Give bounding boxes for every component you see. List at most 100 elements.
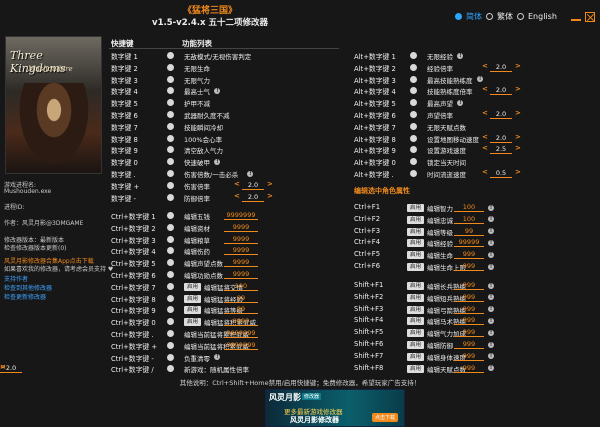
lang-radio-traditional[interactable] <box>486 13 493 20</box>
value-input[interactable]: 999 <box>454 352 484 361</box>
apply-button[interactable]: 启用 <box>407 317 424 326</box>
step-right-icon[interactable]: > <box>515 168 521 176</box>
apply-button[interactable]: 启用 <box>407 227 424 236</box>
value-input[interactable]: 999 <box>454 305 484 314</box>
value-input[interactable]: 9999 <box>224 270 258 279</box>
check-update-text[interactable]: 检查修改器版本更新(0) <box>4 243 67 252</box>
toggle-radio[interactable] <box>167 365 174 373</box>
value-input[interactable]: 9999 <box>224 235 258 244</box>
toggle-radio[interactable] <box>410 87 417 95</box>
value-input[interactable]: 9999999 <box>224 329 258 338</box>
toggle-radio[interactable] <box>167 318 174 326</box>
toggle-radio[interactable] <box>167 99 174 107</box>
value-input[interactable]: 100 <box>224 282 258 291</box>
info-icon[interactable]: ! <box>488 294 494 301</box>
toggle-radio[interactable] <box>410 99 417 107</box>
apply-button[interactable]: 启用 <box>407 293 424 302</box>
lang-radio-english[interactable] <box>517 13 524 20</box>
update-trainer-link[interactable]: 检查更新修改器 <box>4 292 46 301</box>
toggle-radio[interactable] <box>410 134 417 142</box>
info-icon[interactable]: ! <box>488 239 494 246</box>
step-right-icon[interactable]: > <box>0 363 6 371</box>
step-left-icon[interactable]: < <box>234 192 240 200</box>
toggle-radio[interactable] <box>167 282 174 290</box>
value-input[interactable]: 999 <box>454 250 484 260</box>
info-icon[interactable]: ! <box>457 52 464 59</box>
toggle-radio[interactable] <box>410 146 417 154</box>
info-icon[interactable]: ! <box>488 228 494 235</box>
info-icon[interactable]: ! <box>214 354 221 361</box>
apply-button[interactable]: 启用 <box>407 352 424 361</box>
value-input[interactable]: 999 <box>454 340 484 349</box>
info-icon[interactable]: ! <box>488 365 494 372</box>
apply-button[interactable]: 启用 <box>407 204 424 212</box>
apply-button[interactable]: 启用 <box>184 294 201 303</box>
step-left-icon[interactable]: < <box>482 109 488 117</box>
minimize-icon[interactable] <box>570 13 581 21</box>
info-icon[interactable]: ! <box>488 251 494 258</box>
value-input[interactable]: 9999999 <box>224 211 258 220</box>
value-input[interactable]: 9999 <box>224 223 258 232</box>
lang-traditional[interactable]: 繁体 <box>497 11 513 22</box>
other-trainers-link[interactable]: 检查到其他修改器 <box>4 283 52 292</box>
apply-button[interactable]: 启用 <box>184 282 201 291</box>
info-icon[interactable]: ! <box>488 282 494 289</box>
toggle-radio[interactable] <box>167 181 174 189</box>
apply-button[interactable]: 启用 <box>407 239 424 248</box>
step-left-icon[interactable]: < <box>234 180 240 188</box>
info-icon[interactable]: ! <box>488 306 494 313</box>
toggle-radio[interactable] <box>167 223 174 231</box>
toggle-radio[interactable] <box>167 122 174 130</box>
toggle-radio[interactable] <box>167 271 174 278</box>
step-left-icon[interactable]: < <box>482 133 488 141</box>
info-icon[interactable]: ! <box>247 170 254 177</box>
info-icon[interactable]: ! <box>214 158 221 165</box>
step-right-icon[interactable]: > <box>515 85 521 93</box>
info-icon[interactable]: ! <box>488 353 494 360</box>
toggle-radio[interactable] <box>167 247 174 255</box>
info-icon[interactable]: ! <box>477 76 484 83</box>
value-input[interactable]: 999 <box>454 281 484 290</box>
toggle-radio[interactable] <box>167 134 174 142</box>
toggle-radio[interactable] <box>167 193 174 201</box>
step-right-icon[interactable]: > <box>515 144 521 152</box>
ad-banner[interactable]: 风灵月影 修改器 更多最新游戏修改器 风灵月影修改器 点击下载 <box>265 389 405 427</box>
toggle-radio[interactable] <box>167 341 174 349</box>
value-input[interactable]: 9999 <box>224 317 258 327</box>
toggle-radio[interactable] <box>410 52 417 59</box>
value-input[interactable]: 99 <box>454 227 484 236</box>
value-input[interactable]: 999 <box>454 316 484 326</box>
value-input[interactable]: 999 <box>454 293 484 302</box>
lang-simplified[interactable]: 简体 <box>466 11 482 22</box>
apply-button[interactable]: 启用 <box>184 306 201 315</box>
toggle-radio[interactable] <box>167 63 174 71</box>
toggle-radio[interactable] <box>410 111 417 118</box>
value-input[interactable]: 99999 <box>454 238 484 248</box>
info-icon[interactable]: ! <box>488 329 494 336</box>
step-left-icon[interactable]: < <box>482 62 488 70</box>
toggle-radio[interactable] <box>167 111 174 118</box>
value-input[interactable]: 9999 <box>224 246 258 256</box>
step-right-icon[interactable]: > <box>267 180 273 188</box>
toggle-radio[interactable] <box>410 63 417 71</box>
toggle-radio[interactable] <box>410 75 417 83</box>
info-icon[interactable]: ! <box>488 341 494 348</box>
apply-button[interactable]: 启用 <box>407 341 424 349</box>
value-input[interactable]: 100 <box>454 203 484 212</box>
toggle-radio[interactable] <box>410 158 417 166</box>
close-icon[interactable] <box>584 11 595 22</box>
value-input[interactable]: 999 <box>454 328 484 338</box>
apply-button[interactable]: 启用 <box>407 215 424 224</box>
info-icon[interactable]: ! <box>488 216 494 223</box>
info-icon[interactable]: ! <box>488 317 494 324</box>
info-icon[interactable]: ! <box>488 204 494 211</box>
value-input[interactable]: 99 <box>224 294 258 303</box>
step-left-icon[interactable]: < <box>482 144 488 152</box>
support-author-link[interactable]: 支持作者 <box>4 274 28 283</box>
toggle-radio[interactable] <box>410 170 417 177</box>
step-right-icon[interactable]: > <box>267 192 273 200</box>
apply-button[interactable]: 启用 <box>407 364 424 373</box>
toggle-radio[interactable] <box>167 294 174 302</box>
toggle-radio[interactable] <box>167 158 174 166</box>
apply-button[interactable]: 启用 <box>407 329 424 338</box>
